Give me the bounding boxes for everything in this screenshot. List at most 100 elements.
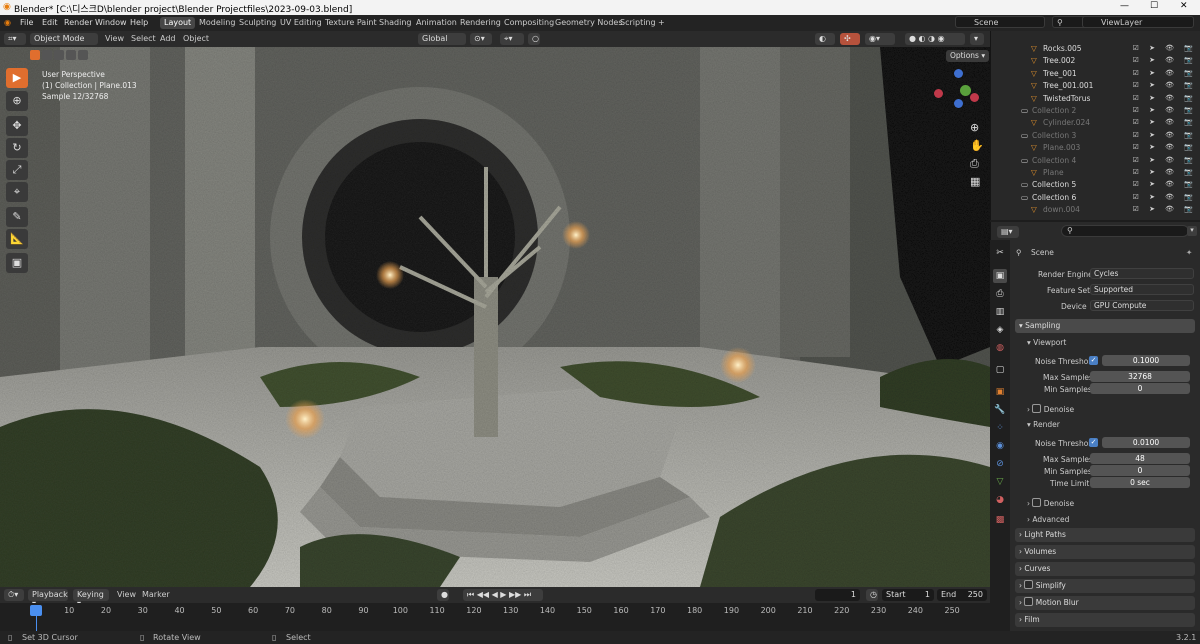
select-subtract-icon[interactable] bbox=[54, 50, 64, 60]
vp-max-samples-field[interactable]: 32768 bbox=[1090, 371, 1190, 382]
film-panel[interactable]: › Film bbox=[1015, 613, 1195, 627]
menu-window[interactable]: Window bbox=[95, 18, 127, 27]
visibility-toggle-icons[interactable]: ☑ ➤ 👁 📷 bbox=[1133, 81, 1197, 89]
outliner-object-row[interactable]: ▽ Rocks.005 ☑ ➤ 👁 📷 bbox=[991, 43, 1200, 55]
viewport-subpanel-header[interactable]: ▾ Viewport bbox=[1027, 338, 1066, 347]
particles-tab-icon[interactable]: ⁘ bbox=[993, 421, 1007, 435]
visibility-toggle-icons[interactable]: ☑ ➤ 👁 📷 bbox=[1133, 56, 1197, 64]
add-cube-tool-icon[interactable]: ▣ bbox=[6, 253, 28, 273]
menu-select[interactable]: Select bbox=[131, 34, 156, 43]
tab-uv-editing[interactable]: UV Editing bbox=[276, 17, 326, 29]
scene-tab-icon[interactable]: ◈ bbox=[993, 323, 1007, 337]
time-limit-field[interactable]: 0 sec bbox=[1090, 477, 1190, 488]
shading-popover-button[interactable]: ▾ bbox=[970, 33, 984, 45]
motion-blur-panel[interactable]: › Motion Blur bbox=[1015, 596, 1195, 610]
tab-modeling[interactable]: Modeling bbox=[195, 17, 239, 29]
menu-object[interactable]: Object bbox=[183, 34, 209, 43]
view-layer-tab-icon[interactable]: ▥ bbox=[993, 305, 1007, 319]
visibility-toggle-icons[interactable]: ☑ ➤ 👁 📷 bbox=[1133, 94, 1197, 102]
editor-type-button[interactable]: ⌗▾ bbox=[4, 33, 26, 45]
snap-button[interactable]: ⌖▾ bbox=[500, 33, 524, 45]
scene-selector[interactable]: Scene bbox=[955, 16, 1045, 28]
camera-view-icon[interactable]: ⎙ bbox=[970, 157, 979, 171]
collection-tab-icon[interactable]: ▢ bbox=[993, 363, 1007, 377]
tab-rendering[interactable]: Rendering bbox=[456, 17, 505, 29]
properties-editor-type-button[interactable]: ▤▾ bbox=[997, 226, 1019, 238]
render-tab-icon[interactable]: ▣ bbox=[993, 269, 1007, 283]
outliner-collection-row[interactable]: ▭ Collection 6 ☑ ➤ 👁 📷 bbox=[991, 192, 1200, 204]
vp-noise-threshold-field[interactable]: 0.1000 bbox=[1102, 355, 1190, 366]
visibility-toggle-icons[interactable]: ☑ ➤ 👁 📷 bbox=[1133, 106, 1197, 114]
transform-orientation-selector[interactable]: Global bbox=[418, 33, 466, 45]
visibility-toggle-icons[interactable]: ☑ ➤ 👁 📷 bbox=[1133, 118, 1197, 126]
outliner-object-row[interactable]: ▽ TwistedTorus ☑ ➤ 👁 📷 bbox=[991, 93, 1200, 105]
start-frame-field[interactable]: Start 1 bbox=[882, 589, 934, 601]
outliner-collection-row[interactable]: ▭ Collection 3 ☑ ➤ 👁 📷 bbox=[991, 130, 1200, 142]
outliner-object-row[interactable]: ▽ Tree_001.001 ☑ ➤ 👁 📷 bbox=[991, 80, 1200, 92]
pivot-point-button[interactable]: ⊙▾ bbox=[470, 33, 492, 45]
current-frame-field[interactable]: 1 bbox=[815, 589, 860, 601]
add-workspace-button[interactable]: + bbox=[654, 17, 669, 29]
navigation-gizmo[interactable] bbox=[934, 67, 982, 115]
select-box-tool-icon[interactable]: ▶ bbox=[6, 68, 28, 88]
render-subpanel-header[interactable]: ▾ Render bbox=[1027, 420, 1060, 429]
view-layer-selector[interactable]: ViewLayer bbox=[1082, 16, 1194, 28]
menu-file[interactable]: File bbox=[20, 18, 33, 27]
advanced-subpanel[interactable]: › Advanced bbox=[1027, 515, 1069, 524]
proportional-edit-button[interactable]: ○ bbox=[528, 33, 540, 45]
physics-tab-icon[interactable]: ◉ bbox=[993, 439, 1007, 453]
tab-layout[interactable]: Layout bbox=[160, 17, 196, 29]
menu-help[interactable]: Help bbox=[130, 18, 148, 27]
y-axis-icon[interactable] bbox=[960, 85, 971, 96]
shading-mode-buttons[interactable]: ● ◐ ◑ ◉ bbox=[905, 33, 965, 45]
tab-shading[interactable]: Shading bbox=[375, 17, 416, 29]
3d-viewport[interactable]: User Perspective (1) Collection | Plane.… bbox=[0, 47, 990, 587]
visibility-toggle-icons[interactable]: ☑ ➤ 👁 📷 bbox=[1133, 156, 1197, 164]
r-noise-threshold-field[interactable]: 0.0100 bbox=[1102, 437, 1190, 448]
move-tool-icon[interactable]: ✥ bbox=[6, 116, 28, 136]
texture-tab-icon[interactable]: ▩ bbox=[993, 513, 1007, 527]
pin-icon[interactable]: ✦ bbox=[1186, 248, 1192, 257]
material-tab-icon[interactable]: ◕ bbox=[993, 493, 1007, 507]
visibility-toggle-icons[interactable]: ☑ ➤ 👁 📷 bbox=[1133, 168, 1197, 176]
select-intersect-icon[interactable] bbox=[78, 50, 88, 60]
cursor-tool-icon[interactable]: ⊕ bbox=[6, 91, 28, 111]
scale-tool-icon[interactable]: ⤢ bbox=[6, 160, 28, 180]
annotate-tool-icon[interactable]: ✎ bbox=[6, 207, 28, 227]
timeline[interactable]: 1102030405060708090100110120130140150160… bbox=[0, 603, 990, 631]
r-max-samples-field[interactable]: 48 bbox=[1090, 453, 1190, 464]
outliner-object-row[interactable]: ▽ Plane ☑ ➤ 👁 📷 bbox=[991, 167, 1200, 179]
menu-view[interactable]: View bbox=[105, 34, 124, 43]
outliner-object-row[interactable]: ▽ down.004 ☑ ➤ 👁 📷 bbox=[991, 204, 1200, 216]
sampling-panel-header[interactable]: ▾ Sampling bbox=[1015, 319, 1195, 333]
zoom-icon[interactable]: ⊕ bbox=[970, 121, 979, 134]
record-button[interactable]: ● bbox=[437, 589, 449, 601]
r-min-samples-field[interactable]: 0 bbox=[1090, 465, 1190, 476]
visibility-toggle-icons[interactable]: ☑ ➤ 👁 📷 bbox=[1133, 205, 1197, 213]
tool-tab-icon[interactable]: ✂ bbox=[993, 246, 1007, 260]
select-extend-icon[interactable] bbox=[42, 50, 52, 60]
properties-search-input[interactable]: ⚲ bbox=[1061, 225, 1189, 237]
constraints-tab-icon[interactable]: ⊘ bbox=[993, 457, 1007, 471]
visibility-toggle-icons[interactable]: ☑ ➤ 👁 📷 bbox=[1133, 69, 1197, 77]
menu-add[interactable]: Add bbox=[160, 34, 176, 43]
feature-set-dropdown[interactable]: Supported bbox=[1090, 284, 1194, 295]
perspective-toggle-icon[interactable]: ▦ bbox=[970, 175, 980, 188]
menu-render[interactable]: Render bbox=[64, 18, 92, 27]
tab-texture-paint[interactable]: Texture Paint bbox=[321, 17, 381, 29]
vp-denoise-checkbox[interactable] bbox=[1032, 404, 1042, 413]
visibility-toggle-icons[interactable]: ☑ ➤ 👁 📷 bbox=[1133, 44, 1197, 52]
r-denoise-subpanel[interactable]: › Denoise bbox=[1027, 498, 1074, 508]
timeline-view-menu[interactable]: View bbox=[117, 590, 136, 599]
options-button[interactable]: Options ▾ bbox=[946, 50, 990, 62]
tab-animation[interactable]: Animation bbox=[412, 17, 461, 29]
measure-tool-icon[interactable]: 📐 bbox=[6, 229, 28, 249]
render-engine-dropdown[interactable]: Cycles bbox=[1090, 268, 1194, 279]
properties-options-button[interactable]: ▾ bbox=[1187, 226, 1197, 236]
timeline-editor-type-button[interactable]: ⏱▾ bbox=[4, 589, 24, 601]
outliner-object-row[interactable]: ▽ Tree.002 ☑ ➤ 👁 📷 bbox=[991, 55, 1200, 67]
data-tab-icon[interactable]: ▽ bbox=[993, 475, 1007, 489]
transform-tool-icon[interactable]: ⌖ bbox=[6, 182, 28, 202]
vp-noise-threshold-checkbox[interactable]: ✓ bbox=[1089, 356, 1098, 365]
r-denoise-checkbox[interactable] bbox=[1032, 498, 1042, 507]
